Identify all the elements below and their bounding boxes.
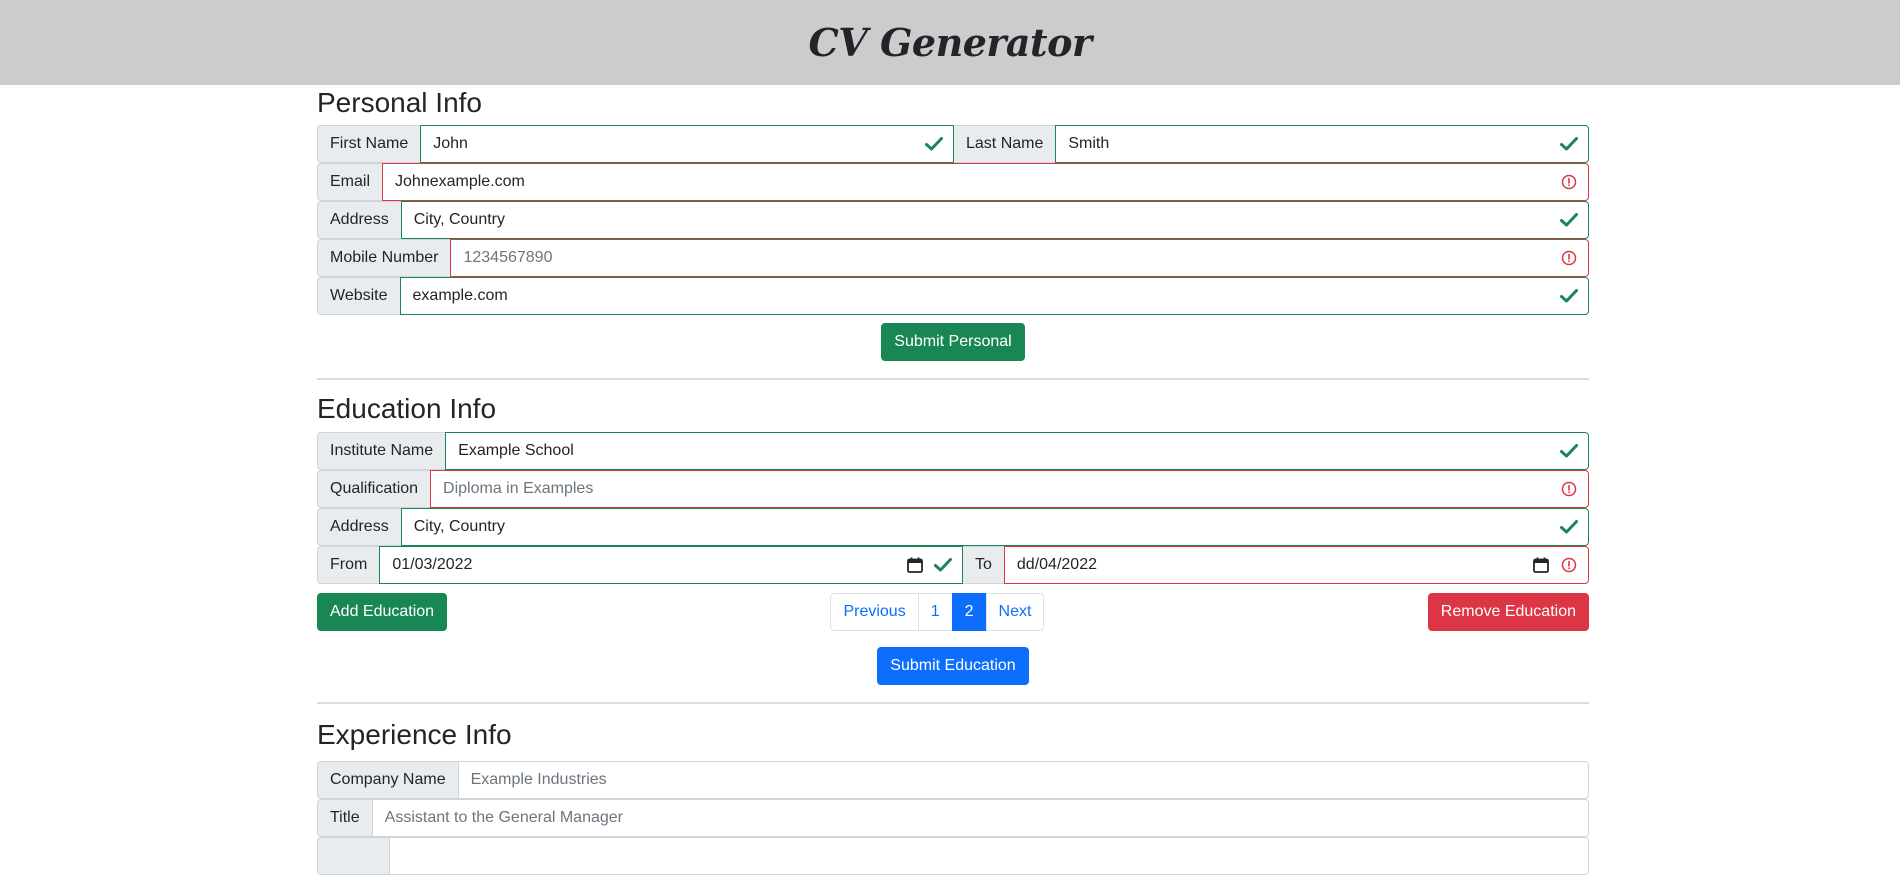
edu-address-row: Address City, Country: [317, 508, 1589, 546]
last-name-label: Last Name: [954, 125, 1056, 163]
address-row: Address City, Country: [317, 201, 1589, 239]
pagination-page-2[interactable]: 2: [951, 593, 987, 631]
job-title-label: Title: [317, 799, 372, 837]
email-group: Email Johnexample.com: [317, 163, 1589, 201]
calendar-icon[interactable]: [906, 556, 924, 574]
name-row: First Name John Last Name Smith: [317, 125, 1589, 163]
email-row: Email Johnexample.com: [317, 163, 1589, 201]
qualification-label: Qualification: [317, 470, 431, 508]
submit-education-button[interactable]: Submit Education: [877, 647, 1029, 685]
education-controls: Add Education Previous 1 2 Next Remove E…: [317, 593, 1589, 631]
from-date-input[interactable]: 01/03/2022: [379, 546, 963, 584]
next-experience-row: [317, 837, 1589, 875]
email-label: Email: [317, 163, 383, 201]
website-group: Website example.com: [317, 277, 1589, 315]
pagination-page-1[interactable]: 1: [917, 593, 953, 631]
company-label: Company Name: [317, 761, 458, 799]
last-name-input[interactable]: Smith: [1055, 125, 1589, 163]
institute-group: Institute Name Example School: [317, 432, 1589, 470]
check-icon: [934, 556, 952, 574]
qualification-input[interactable]: Diploma in Examples: [430, 470, 1589, 508]
to-group: To dd/04/2022: [963, 546, 1589, 584]
remove-education-button[interactable]: Remove Education: [1427, 593, 1589, 631]
mobile-label: Mobile Number: [317, 239, 451, 277]
address-label: Address: [317, 201, 401, 239]
edu-address-group: Address City, Country: [317, 508, 1589, 546]
next-experience-input[interactable]: [389, 837, 1589, 875]
from-label: From: [317, 546, 380, 584]
institute-input[interactable]: Example School: [445, 432, 1589, 470]
add-education-button[interactable]: Add Education: [317, 593, 448, 631]
check-icon: [1560, 442, 1578, 460]
personal-section-title: Personal Info: [317, 87, 482, 118]
education-pagination: Previous 1 2 Next: [830, 593, 1045, 631]
app-title: CV Generator: [808, 20, 1092, 65]
next-experience-group: [317, 837, 1589, 875]
company-row: Company Name Example Industries: [317, 761, 1589, 799]
first-name-input[interactable]: John: [420, 125, 954, 163]
section-divider: [317, 378, 1589, 380]
mobile-input[interactable]: 1234567890: [450, 239, 1589, 277]
check-icon: [1560, 135, 1578, 153]
qualification-row: Qualification Diploma in Examples: [317, 470, 1589, 508]
pagination-previous[interactable]: Previous: [830, 593, 919, 631]
calendar-icon[interactable]: [1532, 556, 1550, 574]
job-title-group: Title Assistant to the General Manager: [317, 799, 1589, 837]
to-date-input[interactable]: dd/04/2022: [1003, 546, 1589, 584]
exclamation-circle-icon: [1560, 480, 1578, 498]
from-group: From 01/03/2022: [317, 546, 963, 584]
check-icon: [1560, 211, 1578, 229]
pagination-next[interactable]: Next: [985, 593, 1045, 631]
exclamation-circle-icon: [1560, 249, 1578, 267]
email-input[interactable]: Johnexample.com: [382, 163, 1589, 201]
submit-personal-button[interactable]: Submit Personal: [881, 323, 1025, 361]
check-icon: [1560, 287, 1578, 305]
last-name-group: Last Name Smith: [954, 125, 1589, 163]
section-divider: [317, 702, 1589, 704]
job-title-input[interactable]: Assistant to the General Manager: [371, 799, 1589, 837]
main-content: Personal Info First Name John Last Name …: [317, 85, 1589, 875]
qualification-group: Qualification Diploma in Examples: [317, 470, 1589, 508]
edu-address-input[interactable]: City, Country: [400, 508, 1589, 546]
exclamation-circle-icon: [1560, 556, 1578, 574]
to-label: To: [963, 546, 1004, 584]
education-section-title: Education Info: [317, 393, 497, 424]
institute-row: Institute Name Example School: [317, 432, 1589, 470]
check-icon: [1560, 518, 1578, 536]
address-group: Address City, Country: [317, 201, 1589, 239]
website-input[interactable]: example.com: [399, 277, 1589, 315]
company-input[interactable]: Example Industries: [457, 761, 1589, 799]
mobile-group: Mobile Number 1234567890: [317, 239, 1589, 277]
check-icon: [925, 135, 943, 153]
next-experience-label: [317, 837, 389, 875]
institute-label: Institute Name: [317, 432, 446, 470]
company-group: Company Name Example Industries: [317, 761, 1589, 799]
app-header: CV Generator: [0, 0, 1900, 85]
experience-section-title: Experience Info: [317, 719, 512, 750]
first-name-group: First Name John: [317, 125, 954, 163]
dates-row: From 01/03/2022 To dd/04/2022: [317, 546, 1589, 584]
job-title-row: Title Assistant to the General Manager: [317, 799, 1589, 837]
address-input[interactable]: City, Country: [400, 201, 1589, 239]
website-label: Website: [317, 277, 400, 315]
mobile-row: Mobile Number 1234567890: [317, 239, 1589, 277]
edu-address-label: Address: [317, 508, 401, 546]
first-name-label: First Name: [317, 125, 421, 163]
website-row: Website example.com: [317, 277, 1589, 315]
exclamation-circle-icon: [1560, 173, 1578, 191]
